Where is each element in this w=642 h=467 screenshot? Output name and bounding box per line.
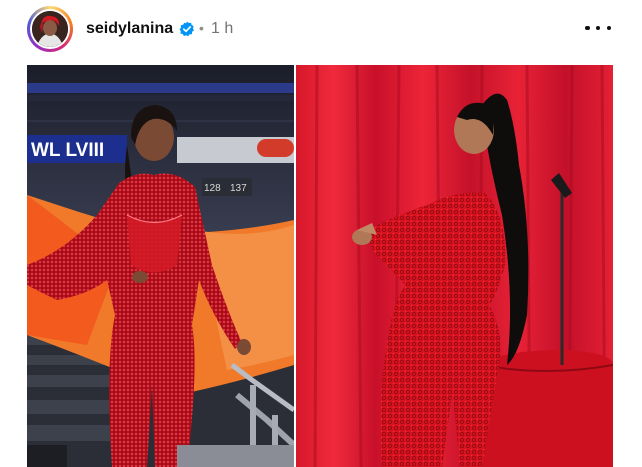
verified-badge-icon [179, 21, 195, 37]
board-number-1: 128 [204, 183, 221, 194]
username[interactable]: seidylanina [86, 20, 173, 38]
post-header: seidylanina • 1 h [0, 0, 642, 58]
story-ring[interactable] [27, 6, 73, 52]
photo-right [296, 65, 613, 467]
photo-left: WL LVIII 128 137 [27, 65, 297, 467]
post-media[interactable]: WL LVIII 128 137 [27, 65, 613, 467]
board-number-2: 137 [230, 183, 247, 194]
stadium-sign-text: WL LVIII [31, 140, 104, 161]
avatar[interactable] [32, 11, 68, 47]
separator-dot: • [199, 20, 204, 36]
more-options-icon[interactable] [585, 18, 611, 38]
post-timestamp[interactable]: 1 h [211, 20, 233, 38]
